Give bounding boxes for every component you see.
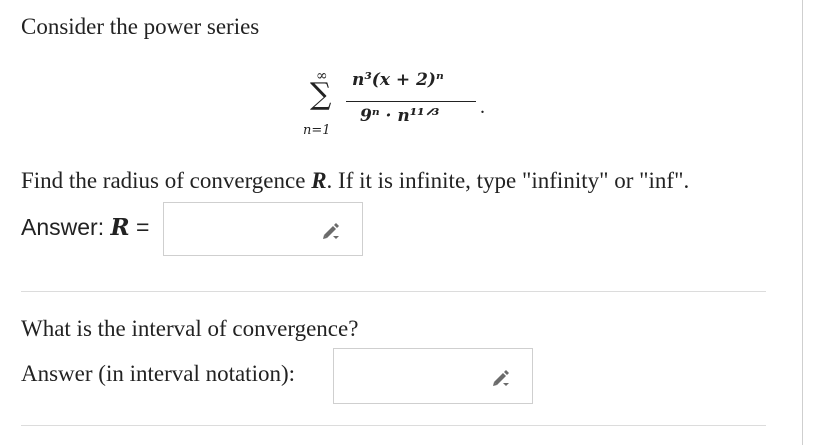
section-divider-bottom (21, 425, 766, 426)
answer-radius-equals: = (129, 214, 150, 240)
sum-lower-limit: n=1 (303, 123, 331, 138)
question-radius-text-a: Find the radius of convergence (21, 168, 312, 193)
question-radius-variable: R (311, 168, 327, 193)
fraction-denominator: 9ⁿ · n¹¹ᐟ³ (360, 106, 440, 126)
fraction-bar (346, 101, 476, 102)
formula-period: . (480, 96, 485, 118)
panel-right-border (802, 0, 803, 445)
answer-radius-prefix: Answer: (21, 214, 111, 240)
fraction-numerator: n³(x + 2)ⁿ (352, 70, 444, 90)
intro-text: Consider the power series (21, 14, 260, 39)
section-divider (21, 291, 766, 292)
answer-radius-variable: R (110, 214, 130, 241)
power-series-formula: ∞ ∑ n=1 n³(x + 2)ⁿ 9ⁿ · n¹¹ᐟ³ . (300, 66, 500, 146)
answer-radius-label: Answer: R = (21, 214, 149, 241)
question-interval: What is the interval of convergence? (21, 316, 359, 341)
question-radius-text-b: . If it is infinite, type "infinity" or … (326, 168, 690, 193)
sum-symbol: ∑ (310, 77, 332, 112)
pencil-icon[interactable] (321, 220, 341, 240)
answer-interval-label: Answer (in interval notation): (21, 361, 296, 386)
question-radius: Find the radius of convergence R. If it … (21, 168, 689, 194)
pencil-icon[interactable] (491, 367, 511, 387)
